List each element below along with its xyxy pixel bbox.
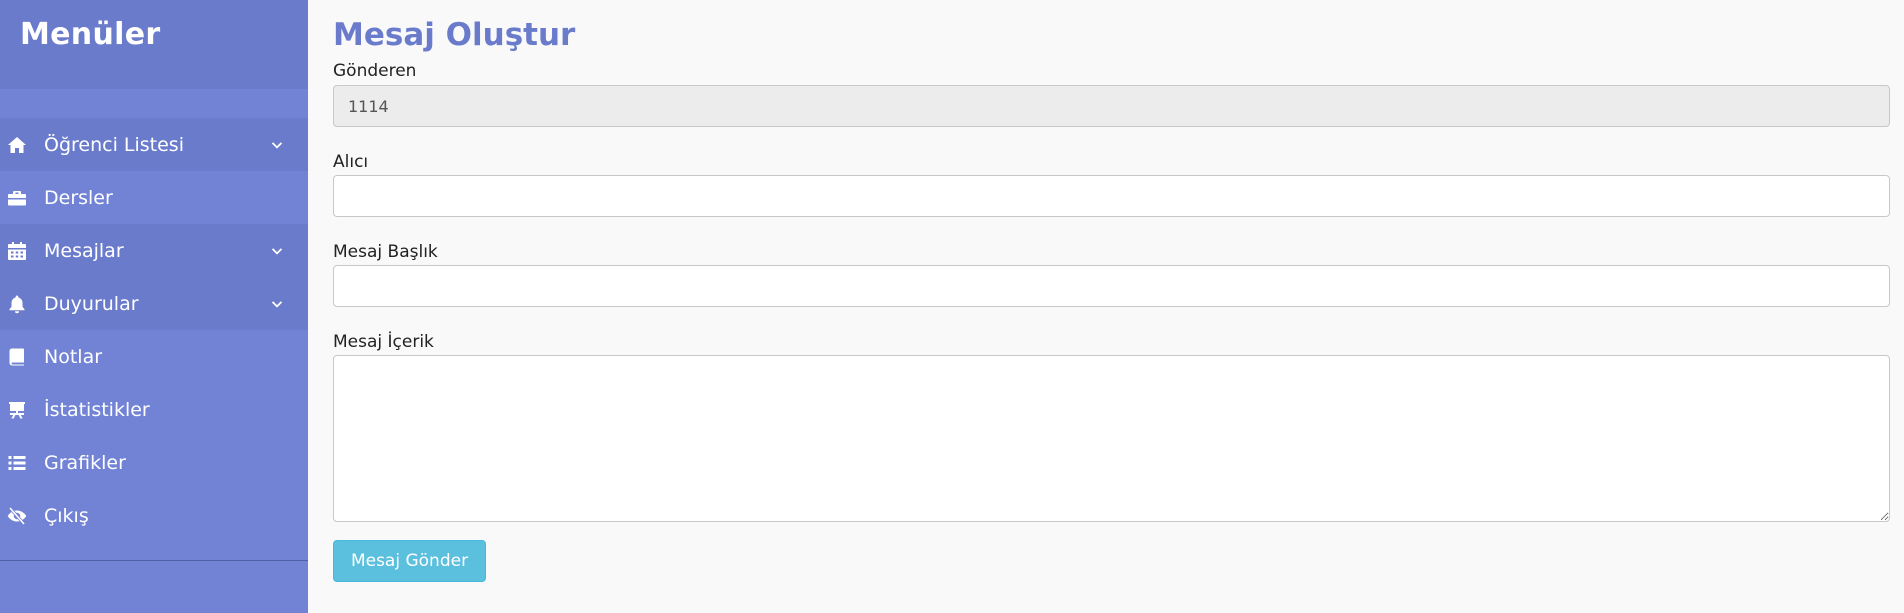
sidebar-item-label: Çıkış	[44, 504, 89, 527]
sidebar-divider	[0, 560, 308, 561]
send-message-button[interactable]: Mesaj Gönder	[333, 540, 486, 582]
calendar-icon	[6, 240, 28, 262]
easel-icon	[6, 399, 28, 421]
eye-slash-icon	[6, 505, 28, 527]
briefcase-icon	[6, 187, 28, 209]
sidebar-item-istatistikler[interactable]: İstatistikler	[0, 383, 308, 436]
sidebar-item-label: Duyurular	[44, 292, 139, 315]
sidebar-item-label: Dersler	[44, 186, 113, 209]
sidebar-title: Menüler	[20, 17, 161, 52]
sidebar-item-label: Mesajlar	[44, 239, 124, 262]
home-icon	[6, 134, 28, 156]
bell-icon	[6, 293, 28, 315]
sidebar-item-ogrenci-listesi[interactable]: Öğrenci Listesi	[0, 118, 308, 171]
page-title: Mesaj Oluştur	[333, 17, 576, 53]
sidebar-item-duyurular[interactable]: Duyurular	[0, 277, 308, 330]
sidebar-item-label: Notlar	[44, 345, 103, 368]
recipient-label: Alıcı	[333, 152, 369, 172]
sidebar-item-dersler[interactable]: Dersler	[0, 171, 308, 224]
book-icon	[6, 346, 28, 368]
subject-field[interactable]	[333, 265, 1890, 307]
main-content: Mesaj Oluştur Gönderen Alıcı Mesaj Başlı…	[333, 0, 1890, 582]
content-label: Mesaj İçerik	[333, 332, 434, 352]
sidebar-item-notlar[interactable]: Notlar	[0, 330, 308, 383]
sidebar-item-cikis[interactable]: Çıkış	[0, 489, 308, 542]
subject-label: Mesaj Başlık	[333, 242, 438, 262]
chevron-down-icon	[270, 242, 284, 256]
recipient-field[interactable]	[333, 175, 1890, 217]
sidebar-header: Menüler	[0, 0, 308, 89]
sidebar-item-label: Öğrenci Listesi	[44, 133, 184, 156]
sender-label: Gönderen	[333, 61, 417, 81]
sidebar-item-label: İstatistikler	[44, 398, 150, 421]
sidebar-item-grafikler[interactable]: Grafikler	[0, 436, 308, 489]
chevron-down-icon	[270, 295, 284, 309]
content-textarea[interactable]	[333, 355, 1890, 522]
list-icon	[6, 452, 28, 474]
sidebar: Menüler Öğrenci Listesi Dersler Mesajlar…	[0, 0, 308, 613]
sidebar-item-label: Grafikler	[44, 451, 126, 474]
chevron-down-icon	[270, 136, 284, 150]
sender-field[interactable]	[333, 85, 1890, 127]
sidebar-item-mesajlar[interactable]: Mesajlar	[0, 224, 308, 277]
